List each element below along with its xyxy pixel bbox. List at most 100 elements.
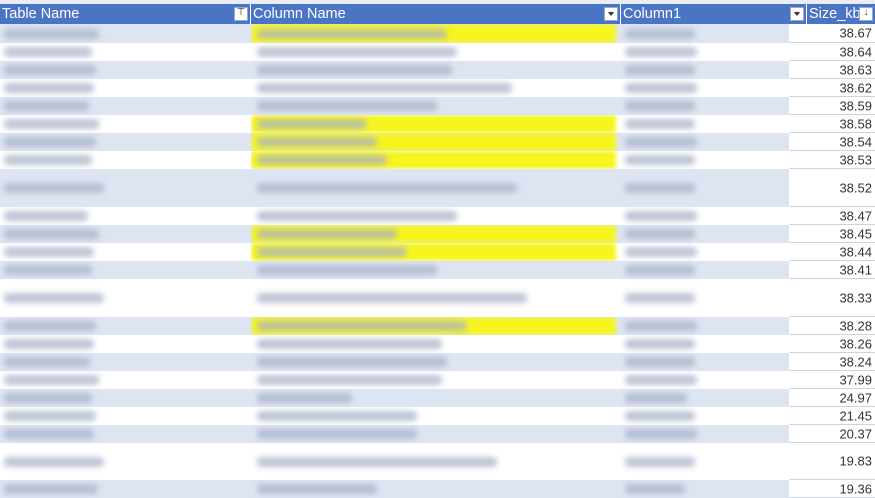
cell-column-name[interactable] [251,279,621,317]
cell-column-name[interactable] [251,225,621,243]
table-row[interactable]: 38.59 [0,97,875,115]
cell-column1[interactable] [621,389,789,407]
table-row[interactable]: 38.45 [0,225,875,243]
table-row[interactable]: 38.67 [0,24,875,43]
cell-column-name[interactable] [251,371,621,389]
table-row[interactable]: 21.45 [0,407,875,425]
cell-table-name[interactable] [0,407,251,425]
cell-size-kb[interactable]: 38.26 [789,335,875,353]
cell-table-name[interactable] [0,371,251,389]
cell-column1[interactable] [621,480,789,498]
filter-button-column1[interactable] [790,7,804,21]
cell-size-kb[interactable]: 38.52 [789,169,875,207]
cell-column-name[interactable] [251,425,621,443]
cell-size-kb[interactable]: 38.44 [789,243,875,261]
cell-column1[interactable] [621,371,789,389]
cell-table-name[interactable] [0,443,251,480]
cell-column1[interactable] [621,407,789,425]
cell-size-kb[interactable]: 19.83 [789,443,875,480]
cell-size-kb[interactable]: 38.59 [789,97,875,115]
table-row[interactable]: 38.47 [0,207,875,225]
cell-column1[interactable] [621,24,789,43]
cell-column1[interactable] [621,43,789,61]
cell-column-name[interactable] [251,115,621,133]
cell-size-kb[interactable]: 38.24 [789,353,875,371]
cell-column-name[interactable] [251,61,621,79]
cell-column-name[interactable] [251,335,621,353]
cell-table-name[interactable] [0,43,251,61]
cell-table-name[interactable] [0,79,251,97]
cell-size-kb[interactable]: 38.47 [789,207,875,225]
cell-column1[interactable] [621,169,789,207]
table-row[interactable]: 38.64 [0,43,875,61]
cell-column1[interactable] [621,115,789,133]
table-row[interactable]: 38.28 [0,317,875,335]
cell-table-name[interactable] [0,353,251,371]
cell-column1[interactable] [621,443,789,480]
cell-column-name[interactable] [251,24,621,43]
cell-table-name[interactable] [0,115,251,133]
cell-table-name[interactable] [0,61,251,79]
cell-column1[interactable] [621,261,789,279]
cell-size-kb[interactable]: 38.67 [789,24,875,43]
cell-column-name[interactable] [251,43,621,61]
cell-column-name[interactable] [251,151,621,169]
cell-table-name[interactable] [0,169,251,207]
cell-size-kb[interactable]: 38.58 [789,115,875,133]
cell-column-name[interactable] [251,353,621,371]
cell-size-kb[interactable]: 37.99 [789,371,875,389]
cell-size-kb[interactable]: 38.54 [789,133,875,151]
cell-size-kb[interactable]: 20.37 [789,425,875,443]
table-row[interactable]: 20.37 [0,425,875,443]
header-size-kb[interactable]: Size_kb ↓ [807,4,875,24]
cell-column-name[interactable] [251,480,621,498]
cell-table-name[interactable] [0,97,251,115]
table-row[interactable]: 38.54 [0,133,875,151]
cell-table-name[interactable] [0,279,251,317]
cell-column1[interactable] [621,317,789,335]
cell-table-name[interactable] [0,151,251,169]
cell-column-name[interactable] [251,389,621,407]
cell-size-kb[interactable]: 38.33 [789,279,875,317]
cell-table-name[interactable] [0,317,251,335]
cell-column-name[interactable] [251,407,621,425]
cell-size-kb[interactable]: 38.62 [789,79,875,97]
table-row[interactable]: 19.36 [0,480,875,498]
cell-column-name[interactable] [251,443,621,480]
cell-column1[interactable] [621,279,789,317]
cell-column1[interactable] [621,207,789,225]
filter-button-table-name[interactable]: ⊤ [234,7,248,21]
cell-table-name[interactable] [0,261,251,279]
header-column-name[interactable]: Column Name [251,4,621,24]
table-row[interactable]: 38.33 [0,279,875,317]
cell-size-kb[interactable]: 38.63 [789,61,875,79]
table-row[interactable]: 38.26 [0,335,875,353]
cell-table-name[interactable] [0,425,251,443]
cell-column1[interactable] [621,353,789,371]
cell-column1[interactable] [621,425,789,443]
table-row[interactable]: 38.44 [0,243,875,261]
filter-button-column-name[interactable] [604,7,618,21]
cell-table-name[interactable] [0,480,251,498]
cell-column1[interactable] [621,133,789,151]
table-row[interactable]: 38.53 [0,151,875,169]
cell-column-name[interactable] [251,207,621,225]
cell-column1[interactable] [621,225,789,243]
table-row[interactable]: 38.52 [0,169,875,207]
cell-size-kb[interactable]: 38.64 [789,43,875,61]
cell-table-name[interactable] [0,243,251,261]
cell-column1[interactable] [621,243,789,261]
cell-size-kb[interactable]: 21.45 [789,407,875,425]
table-row[interactable]: 19.83 [0,443,875,480]
cell-column1[interactable] [621,335,789,353]
table-row[interactable]: 24.97 [0,389,875,407]
cell-column1[interactable] [621,151,789,169]
cell-table-name[interactable] [0,207,251,225]
cell-size-kb[interactable]: 24.97 [789,389,875,407]
cell-column1[interactable] [621,79,789,97]
cell-table-name[interactable] [0,133,251,151]
cell-column-name[interactable] [251,261,621,279]
header-table-name[interactable]: Table Name ⊤ [0,4,251,24]
table-row[interactable]: 38.58 [0,115,875,133]
cell-column-name[interactable] [251,317,621,335]
